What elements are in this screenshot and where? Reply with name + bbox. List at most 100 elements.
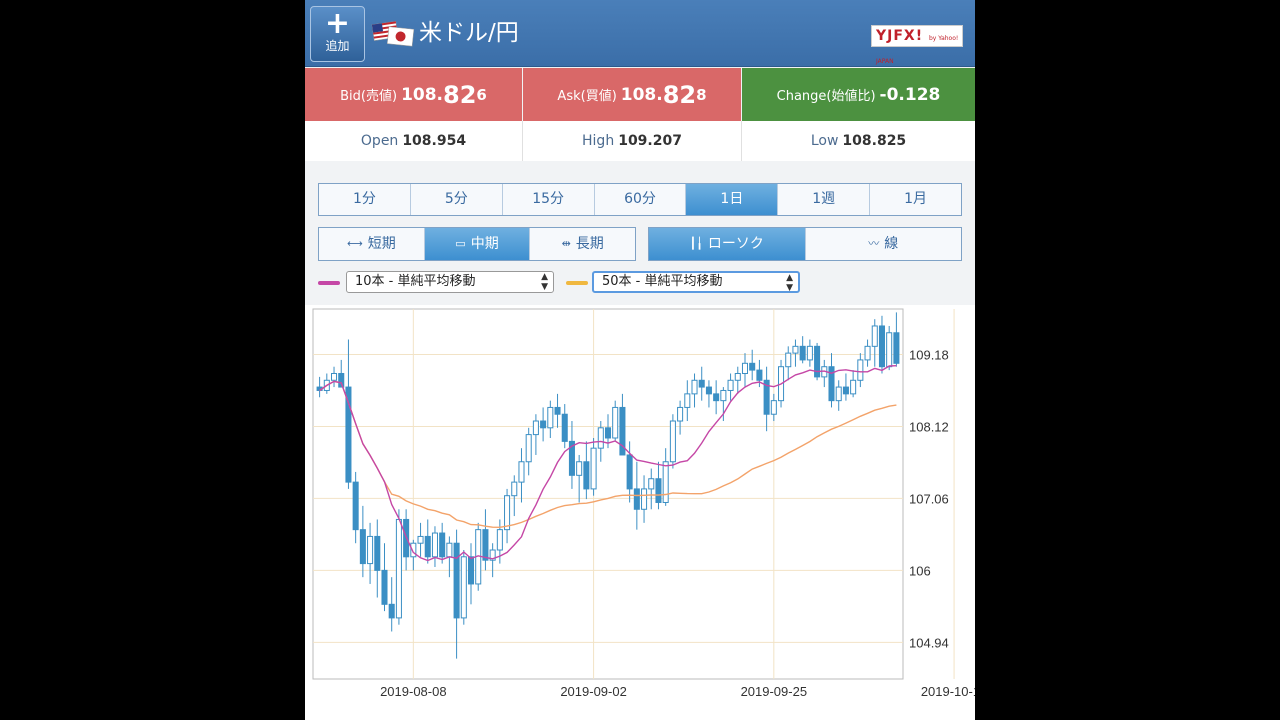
ask-main: 108.: [620, 84, 663, 105]
candle-up: [669, 420, 676, 463]
period-short-button[interactable]: ⟷ 短期: [319, 228, 425, 260]
ask-label: Ask(買値): [557, 89, 617, 104]
candle-down: [540, 420, 547, 429]
period-short-label: 短期: [367, 236, 396, 252]
tab-1day[interactable]: 1日: [686, 184, 779, 215]
ma2-select[interactable]: 50本 - 単純平均移動 ▲ ▼: [592, 271, 800, 293]
line-chart-button[interactable]: 〰線: [806, 228, 962, 260]
change-label: Change(始値比): [776, 89, 876, 104]
candle-down: [814, 345, 821, 378]
open-label: Open: [360, 133, 399, 149]
candle-up: [576, 461, 583, 476]
change-box: Change(始値比) -0.128: [742, 68, 975, 121]
candle-down: [388, 603, 395, 619]
add-button[interactable]: + 追加: [310, 6, 365, 62]
price-chart-area[interactable]: 109.18 108.12 107.06 106 104.94 2019-08-08 201…: [305, 305, 975, 720]
ma1-color-swatch: [318, 281, 340, 285]
candle-down: [705, 386, 712, 395]
currency-flags-icon: [371, 21, 415, 47]
candle-up: [720, 389, 727, 402]
timeframe-tabs: 1分 5分 15分 60分 1日 1週 1月: [318, 183, 962, 216]
candle-down: [799, 345, 806, 361]
candle-down: [842, 386, 849, 395]
change-value: -0.128: [879, 84, 941, 105]
tab-60min[interactable]: 60分: [595, 184, 687, 215]
candle-down: [626, 454, 633, 490]
candle-up: [734, 372, 741, 381]
candle-down: [749, 362, 756, 371]
x-tick-label: 2019-09-02: [560, 684, 627, 699]
bid-tail: 6: [476, 85, 487, 104]
tab-1month[interactable]: 1月: [870, 184, 961, 215]
candle-down: [713, 393, 720, 402]
open-stat: Open 108.954: [305, 121, 523, 161]
y-tick-label: 108.12: [909, 419, 949, 434]
tab-15min[interactable]: 15分: [503, 184, 595, 215]
tab-1min[interactable]: 1分: [319, 184, 411, 215]
candle-up: [648, 478, 655, 490]
candle-up: [590, 447, 597, 490]
candle-up: [496, 529, 503, 551]
candle-up: [331, 372, 338, 381]
candle-down: [604, 427, 612, 439]
candle-down: [698, 379, 705, 388]
candle-up: [770, 400, 777, 415]
candle-up: [857, 359, 864, 381]
currency-pair-title: 米ドル/円: [419, 20, 519, 46]
header-bar: + 追加 米ドル/円 YJFX! by Yahoo! JAPAN: [305, 0, 975, 67]
bid-label: Bid(売値): [340, 89, 398, 104]
add-button-label: 追加: [325, 39, 350, 53]
bid-price-box[interactable]: Bid(売値) 108. 82 6: [305, 68, 522, 121]
ma2-color-swatch: [566, 281, 588, 285]
candle-up: [850, 379, 857, 395]
candle-down: [583, 461, 590, 490]
y-tick-label: 109.18: [909, 347, 949, 362]
candle-up: [460, 556, 467, 619]
bid-pips: 82: [443, 80, 477, 109]
candle-up: [864, 345, 871, 361]
candle-up: [806, 345, 813, 361]
candle-up: [835, 386, 842, 402]
y-tick-label: 104.94: [909, 635, 949, 650]
candle-down: [633, 488, 640, 510]
candle-up: [532, 420, 539, 436]
low-value: 108.825: [842, 133, 907, 149]
candlestick-chart[interactable]: 109.18 108.12 107.06 106 104.94 2019-08-08 201…: [305, 305, 975, 720]
candle-up: [684, 393, 691, 408]
candlestick-button[interactable]: ┃╽ ローソク: [649, 228, 806, 260]
select-arrows-icon: ▲ ▼: [541, 272, 548, 292]
candle-up: [597, 427, 604, 449]
candle-up: [691, 379, 698, 395]
window-icon: ▭: [455, 237, 466, 250]
candle-up: [518, 461, 525, 483]
plus-icon: +: [324, 6, 351, 41]
ma1-selected-value: 10本 - 単純平均移動: [355, 274, 476, 289]
candle-down: [655, 478, 662, 503]
tab-1week[interactable]: 1週: [778, 184, 871, 215]
low-stat: Low 108.825: [742, 121, 975, 161]
period-long-label: 長期: [575, 236, 604, 252]
line-chart-icon: 〰: [868, 237, 880, 250]
candle-up: [677, 406, 684, 422]
x-tick-label: 2019-10-18: [921, 684, 975, 699]
arrows-compress-icon: ⇹: [561, 237, 571, 250]
high-label: High: [582, 133, 615, 149]
candle-down: [374, 535, 381, 571]
y-tick-label: 106: [909, 563, 931, 578]
candle-down: [554, 406, 561, 415]
candle-down: [338, 372, 345, 388]
x-tick-label: 2019-08-08: [380, 684, 447, 699]
period-long-button[interactable]: ⇹ 長期: [530, 228, 635, 260]
candle-down: [352, 481, 359, 531]
low-label: Low: [810, 133, 839, 149]
candle-up: [504, 495, 511, 531]
candle-up: [431, 532, 438, 558]
candle-down: [453, 542, 460, 619]
candle-up: [367, 535, 374, 565]
ask-price-box[interactable]: Ask(買値) 108. 82 8: [523, 68, 741, 121]
candle-down: [439, 532, 446, 558]
line-chart-label: 線: [884, 236, 899, 252]
tab-5min[interactable]: 5分: [411, 184, 503, 215]
ma1-select[interactable]: 10本 - 単純平均移動 ▲ ▼: [346, 271, 554, 293]
period-mid-button[interactable]: ▭ 中期: [424, 228, 531, 260]
